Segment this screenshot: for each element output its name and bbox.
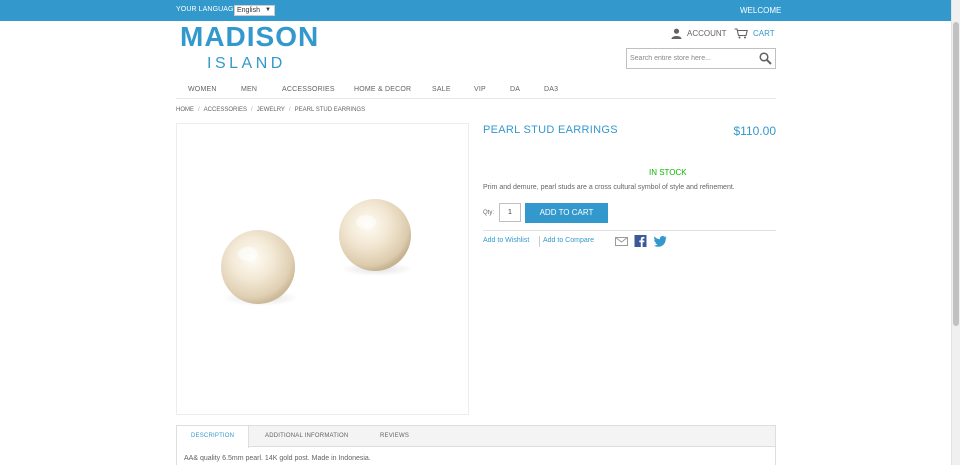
add-to-cart-button[interactable]: ADD TO CART [525, 203, 608, 223]
nav-item-accessories[interactable]: ACCESSORIES [282, 86, 335, 93]
add-to-compare-link[interactable]: Add to Compare [543, 237, 594, 244]
tab-reviews[interactable]: REVIEWS [380, 426, 409, 447]
search-input[interactable] [630, 52, 755, 65]
breadcrumb: HOME / ACCESSORIES / JEWELRY / PEARL STU… [176, 107, 365, 113]
twitter-icon[interactable] [654, 235, 667, 247]
scrollbar-thumb[interactable] [953, 22, 959, 326]
qty-label: Qty: [483, 210, 495, 216]
top-bar: YOUR LANGUAGE: English ▼ WELCOME [0, 0, 960, 21]
breadcrumb-separator: / [288, 107, 291, 113]
chevron-down-icon: ▼ [265, 7, 271, 13]
divider [483, 230, 776, 231]
account-label: ACCOUNT [687, 28, 727, 38]
breadcrumb-accessories[interactable]: ACCESSORIES [204, 107, 247, 113]
qty-input[interactable] [499, 203, 521, 222]
account-link[interactable]: ACCOUNT [671, 27, 727, 39]
breadcrumb-home[interactable]: HOME [176, 107, 194, 113]
breadcrumb-separator: / [198, 107, 200, 113]
breadcrumb-jewelry[interactable]: JEWELRY [257, 107, 285, 113]
welcome-message: WELCOME [740, 6, 782, 15]
page-scrollbar[interactable] [951, 0, 960, 465]
breadcrumb-separator: / [251, 107, 253, 113]
tab-additional-information[interactable]: ADDITIONAL INFORMATION [265, 426, 348, 447]
nav-item-da3[interactable]: DA3 [544, 86, 558, 93]
breadcrumb-current: PEARL STUD EARRINGS [294, 107, 366, 113]
logo-text-primary: MADISON [180, 21, 320, 52]
cart-label: CART [753, 28, 775, 38]
nav-item-vip[interactable]: VIP [474, 86, 486, 93]
product-tabs: DESCRIPTION ADDITIONAL INFORMATION REVIE… [176, 425, 776, 448]
tab-description[interactable]: DESCRIPTION [177, 426, 250, 448]
user-icon [671, 28, 682, 39]
nav-item-da[interactable]: DA [510, 86, 520, 93]
link-separator [539, 236, 540, 247]
search-box [626, 48, 776, 69]
stock-status: IN STOCK [649, 168, 687, 177]
search-icon[interactable] [759, 52, 772, 65]
product-image[interactable] [176, 123, 469, 415]
nav-item-home-decor[interactable]: HOME & DECOR [354, 86, 411, 93]
language-select[interactable]: English ▼ [234, 5, 275, 16]
language-select-value: English [237, 7, 260, 14]
add-to-wishlist-link[interactable]: Add to Wishlist [483, 237, 529, 244]
product-name: PEARL STUD EARRINGS [483, 124, 618, 136]
language-label: YOUR LANGUAGE: [176, 6, 241, 13]
logo-text-secondary: ISLAND [207, 55, 286, 72]
nav-item-men[interactable]: MEN [241, 86, 257, 93]
cart-link[interactable]: CART [734, 27, 775, 39]
nav-item-sale[interactable]: SALE [432, 86, 451, 93]
short-description: Prim and demure, pearl studs are a cross… [483, 184, 735, 191]
facebook-icon[interactable] [634, 235, 647, 247]
product-price: $110.00 [733, 124, 777, 138]
main-nav: WOMEN MEN ACCESSORIES HOME & DECOR SALE … [176, 85, 776, 99]
cart-icon [734, 27, 748, 38]
description-text: AA& quality 6.5mm pearl. 14K gold post. … [184, 455, 371, 462]
envelope-icon[interactable] [615, 235, 628, 247]
pearl-earrings-image [221, 199, 413, 306]
nav-item-women[interactable]: WOMEN [188, 86, 217, 93]
